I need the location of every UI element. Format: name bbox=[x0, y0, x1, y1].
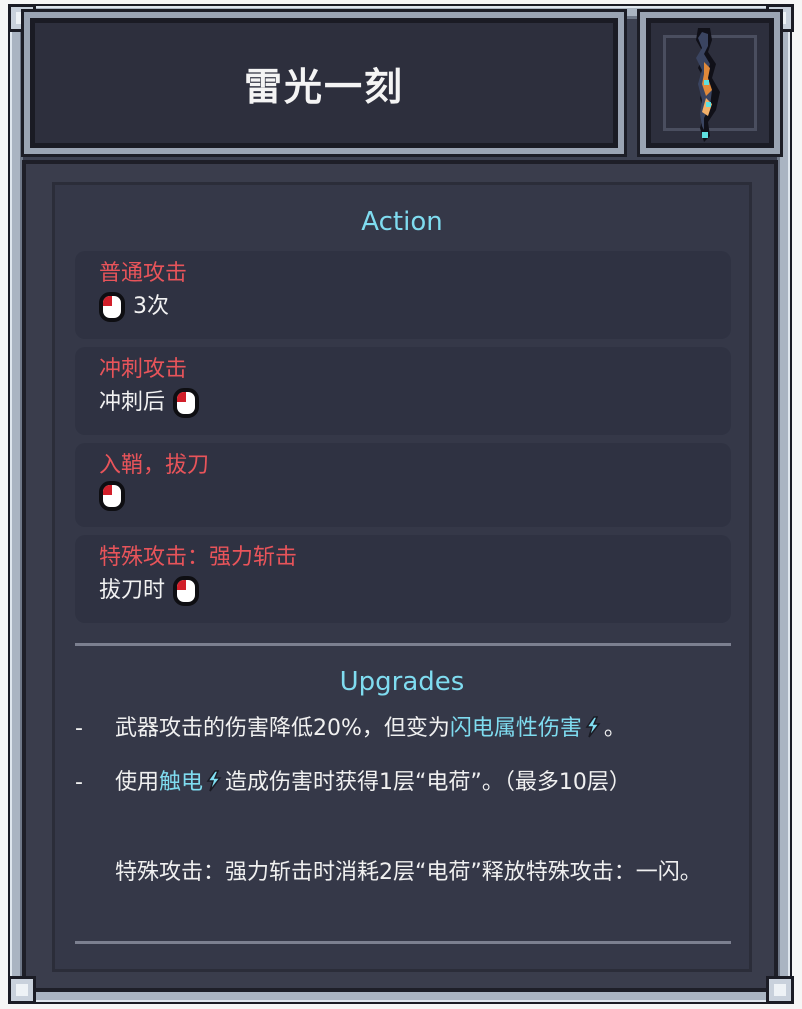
action-body: 拔刀时 bbox=[99, 573, 707, 609]
upgrade-text-part: 武器攻击的伤害降低20%，但变为 bbox=[115, 716, 450, 741]
action-card-special-attack: 特殊攻击：强力斩击 拔刀时 bbox=[75, 535, 731, 623]
bullet: - bbox=[75, 716, 83, 741]
title-panel: 雷光一刻 bbox=[30, 18, 618, 148]
action-title: 冲刺攻击 bbox=[99, 357, 188, 382]
action-body bbox=[99, 481, 707, 511]
electrocute-keyword: 触电 bbox=[159, 770, 204, 795]
section-divider bbox=[75, 643, 731, 646]
action-count: 3次 bbox=[133, 294, 169, 319]
upgrade-item: - 武器攻击的伤害降低20%，但变为闪电属性伤害。 bbox=[75, 709, 715, 749]
content-panel: Action 普通攻击 3次 冲刺攻击 冲刺后 入鞘，拔刀 特殊攻击：强力斩击 … bbox=[52, 182, 752, 972]
upgrade-text: 使用触电 造成伤害时获得1层“电荷”。（最多10层） bbox=[115, 763, 715, 803]
upgrade-text: 武器攻击的伤害降低20%，但变为闪电属性伤害。 bbox=[115, 709, 715, 749]
lightning-element-icon bbox=[206, 770, 222, 792]
upgrade-text-part: 。 bbox=[603, 716, 626, 741]
weapon-icon-panel bbox=[646, 18, 774, 148]
upgrade-text-part: 使用 bbox=[115, 770, 160, 795]
upgrade-text-part: 造成伤害时获得1层“电荷”。（最多10层） bbox=[225, 770, 631, 795]
katana-icon bbox=[696, 28, 720, 142]
action-body: 冲刺后 bbox=[99, 385, 707, 421]
mouse-left-click-icon bbox=[99, 292, 125, 322]
frame-corner-bottom-right bbox=[766, 976, 794, 1004]
action-card-normal-attack: 普通攻击 3次 bbox=[75, 251, 731, 339]
action-title: 入鞘，拔刀 bbox=[99, 453, 210, 478]
upgrade-text: 特殊攻击：强力斩击时消耗2层“电荷”释放特殊攻击：一闪。 bbox=[115, 860, 702, 885]
action-condition: 冲刺后 bbox=[99, 390, 166, 415]
action-condition: 拔刀时 bbox=[99, 578, 166, 603]
action-card-sheathe-draw: 入鞘，拔刀 bbox=[75, 443, 731, 527]
upgrade-item: 特殊攻击：强力斩击时消耗2层“电荷”释放特殊攻击：一闪。 bbox=[75, 853, 715, 933]
action-title: 普通攻击 bbox=[99, 261, 188, 286]
section-divider bbox=[75, 941, 731, 944]
lightning-element-icon bbox=[585, 716, 601, 738]
lightning-damage-keyword: 闪电属性伤害 bbox=[449, 716, 582, 741]
frame-corner-bottom-left bbox=[8, 976, 36, 1004]
mouse-left-click-icon bbox=[173, 576, 200, 606]
mouse-left-click-icon bbox=[99, 481, 125, 511]
weapon-title: 雷光一刻 bbox=[243, 64, 404, 109]
mouse-left-click-icon bbox=[173, 388, 200, 418]
action-title: 特殊攻击：强力斩击 bbox=[99, 545, 298, 570]
action-section-title: Action bbox=[361, 207, 443, 237]
action-card-dash-attack: 冲刺攻击 冲刺后 bbox=[75, 347, 731, 435]
action-body: 3次 bbox=[99, 289, 707, 325]
bullet: - bbox=[75, 770, 83, 795]
upgrades-section-title: Upgrades bbox=[339, 667, 465, 697]
upgrade-item: - 使用触电 造成伤害时获得1层“电荷”。（最多10层） bbox=[75, 763, 715, 843]
